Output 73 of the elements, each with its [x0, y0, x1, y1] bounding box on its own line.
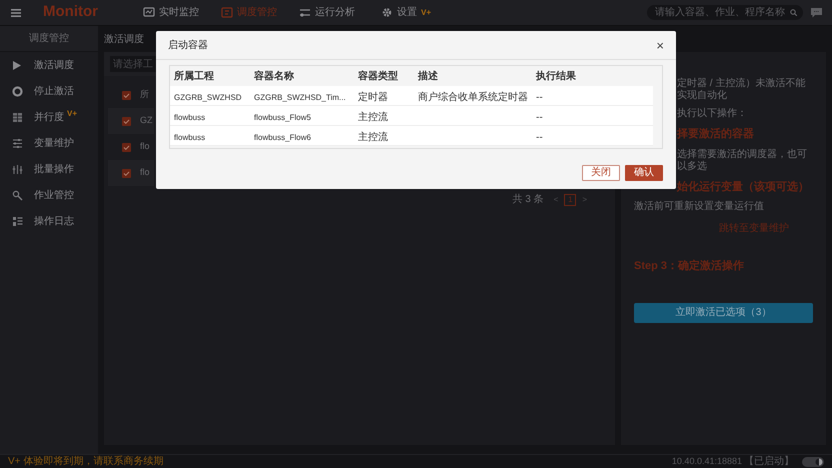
version-label: V+: [67, 108, 78, 120]
table-cell-text: flo: [140, 166, 150, 180]
nav-tab[interactable]: 实时监控: [143, 5, 221, 20]
column-header: 所属工程: [173, 70, 215, 84]
stop-circle-icon: [12, 86, 23, 96]
server-address: 10.40.0.41:18881: [672, 454, 742, 468]
nav-tab[interactable]: 运行分析: [299, 5, 381, 20]
play-icon: [12, 60, 23, 70]
table-cell: flowbuss_Flow5: [254, 112, 311, 122]
table-cell: 商户综合收单系统定时器: [418, 92, 528, 102]
column-header: 描述: [416, 70, 439, 84]
sidebar-item[interactable]: 激活调度: [0, 52, 98, 78]
menu-icon: [11, 8, 21, 16]
column-header: 容器类型: [357, 69, 399, 84]
expiry-notice: V+ 体验即将到期，请联系商务续期: [8, 454, 164, 468]
table-cell: 定时器: [358, 92, 388, 102]
total-count: 共 3 条: [512, 192, 544, 207]
table-cell: flowbuss: [174, 132, 206, 142]
sidebar-item[interactable]: 停止激活: [0, 78, 98, 104]
table-cell-text: flo: [140, 140, 150, 154]
sidebar-item[interactable]: 批量操作: [0, 156, 98, 182]
table-cell: --: [536, 112, 543, 122]
version-label: V+: [421, 6, 432, 18]
column-header: 执行结果: [534, 70, 577, 84]
table-cell: --: [536, 132, 543, 142]
close-dialog-button[interactable]: 关闭: [582, 165, 620, 181]
column-header: 容器名称: [253, 69, 295, 84]
sliders-icon: [299, 7, 311, 18]
search-field[interactable]: 请输入容器、作业、程序名称: [647, 5, 803, 20]
checkbox[interactable]: [122, 116, 131, 126]
page-title: 激活调度: [104, 32, 144, 46]
server-state: 【已启动】: [744, 454, 794, 468]
step-heading: 择要激活的容器: [677, 126, 755, 142]
table-cell: GZGRB_SWZHSD_Tim...: [254, 92, 346, 102]
grid-icon: [12, 112, 23, 122]
guide-text: 激活前可重新设置变量运行值: [634, 201, 765, 213]
guide-text: 选择需要激活的调度器，也可以多选: [677, 148, 808, 172]
table-cell: 主控流: [358, 132, 388, 142]
sidebar-item[interactable]: 操作日志: [0, 208, 98, 234]
app-logo: Monitor: [43, 2, 99, 22]
list-icon: [12, 216, 23, 226]
sidebar-title: 调度管控: [29, 32, 69, 46]
checkbox[interactable]: [122, 90, 131, 100]
dialog-title: 启动容器: [168, 38, 208, 52]
close-button[interactable]: ×: [656, 38, 664, 52]
table-cell-text: GZ: [140, 114, 152, 128]
chat-icon: [811, 8, 822, 18]
sidebar-item[interactable]: 变量维护: [0, 130, 98, 156]
table-cell: flowbuss_Flow6: [254, 132, 311, 142]
theme-toggle[interactable]: [802, 456, 824, 466]
guide-text: 执行以下操作：: [677, 108, 748, 120]
step-heading: 始化运行变量（该项可选）: [677, 180, 810, 194]
checkbox[interactable]: [122, 168, 131, 178]
step-heading: Step 3：确定激活操作: [634, 258, 746, 274]
table-cell: --: [536, 92, 543, 102]
confirm-button[interactable]: 确认: [625, 165, 663, 181]
stack-icon: [12, 164, 23, 174]
table-cell-text: 所: [140, 88, 149, 102]
sliders-icon: [12, 138, 23, 148]
settings-icon: [381, 7, 393, 18]
nav-tab[interactable]: 设置 V+: [381, 5, 451, 20]
guide-text: 定时器 / 主控流）未激活不能实现自动化: [677, 78, 806, 102]
sidebar-item[interactable]: 并行度 V+: [0, 104, 98, 130]
monitor-chart-icon: [143, 7, 155, 18]
search-icon: [790, 9, 797, 16]
table-cell: 主控流: [358, 112, 388, 122]
checkbox[interactable]: [122, 142, 131, 152]
document-icon: [221, 7, 233, 18]
activate-button[interactable]: 立即激活已选项（3）: [634, 302, 813, 322]
table-cell: flowbuss: [174, 112, 206, 122]
sidebar-item[interactable]: 作业管控: [0, 182, 98, 208]
moon-icon: [815, 458, 823, 466]
table-cell: GZGRB_SWZHSD: [174, 92, 242, 102]
